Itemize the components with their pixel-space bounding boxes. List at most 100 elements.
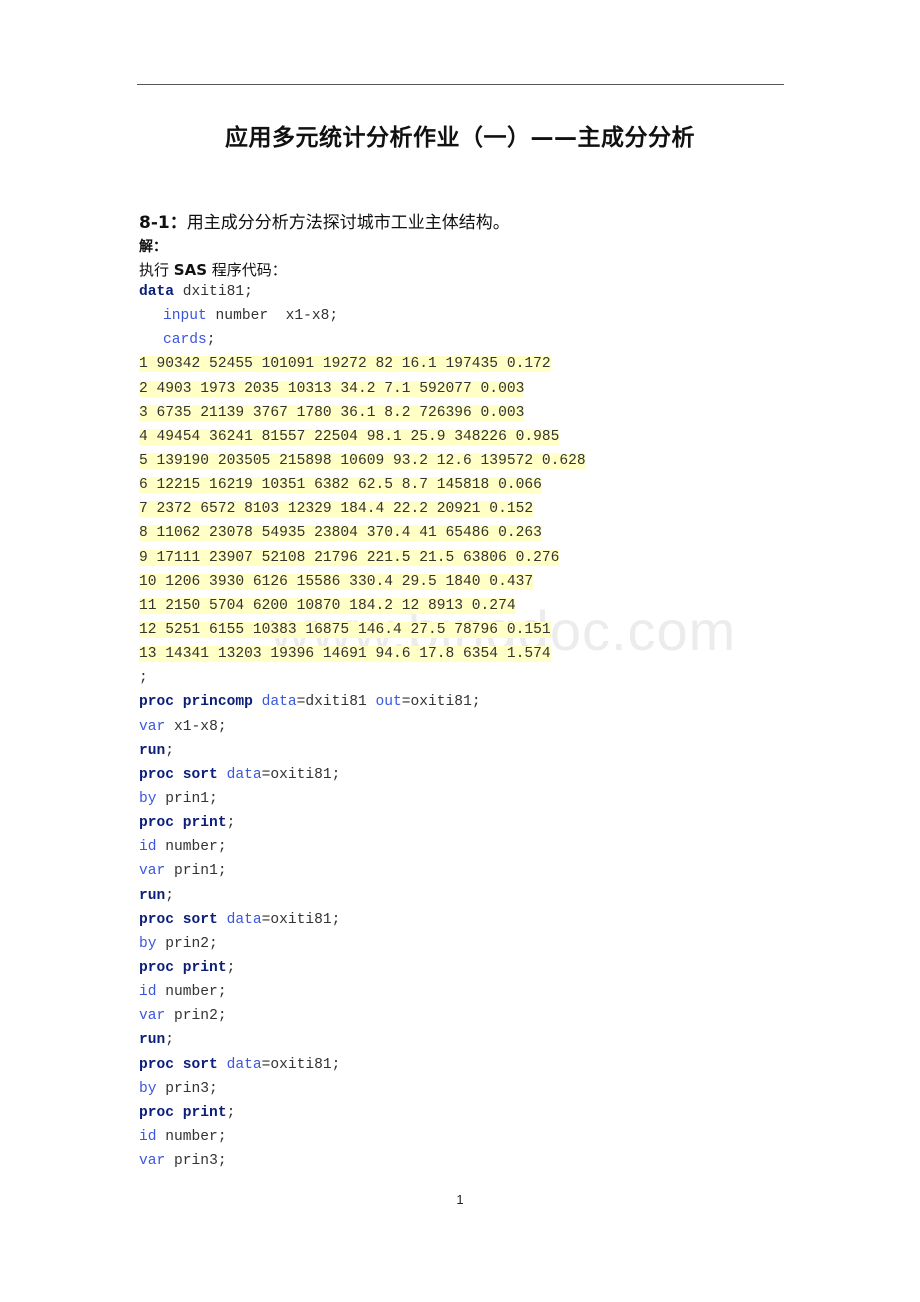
code-line-princomp: proc princomp data=dxiti81 out=oxiti81; (139, 690, 586, 714)
code-text: ; (226, 1104, 236, 1121)
code-keyword: run (139, 887, 166, 904)
data-row-text: 3 6735 21139 3767 1780 36.1 8.2 726396 0… (139, 404, 525, 421)
code-option: var (139, 863, 166, 880)
code-line-cards: cards; (139, 328, 586, 352)
code-line-input: input number x1-x8; (139, 304, 586, 328)
code-option: by (139, 1080, 157, 1097)
code-text: ; (206, 332, 216, 349)
data-row: 7 2372 6572 8103 12329 184.4 22.2 20921 … (139, 497, 586, 521)
data-row-text: 12 5251 6155 10383 16875 146.4 27.5 7879… (139, 621, 551, 638)
data-row-text: 4 49454 36241 81557 22504 98.1 25.9 3482… (139, 428, 560, 445)
code-line-proc-print: proc print; (139, 1101, 586, 1125)
code-line-var: var prin2; (139, 1004, 586, 1028)
code-keyword: proc sort (139, 766, 218, 783)
code-option: data (261, 694, 297, 711)
data-row: 13 14341 13203 19396 14691 94.6 17.8 635… (139, 642, 586, 666)
code-line-run: run; (139, 1028, 586, 1052)
data-row: 9 17111 23907 52108 21796 221.5 21.5 638… (139, 546, 586, 570)
code-line-run: run; (139, 884, 586, 908)
code-line-run: run; (139, 739, 586, 763)
code-text: x1-x8; (165, 718, 227, 735)
data-row: 5 139190 203505 215898 10609 93.2 12.6 1… (139, 449, 586, 473)
sort-print-blocks: proc sort data=oxiti81; by prin1; proc pri… (139, 763, 586, 1173)
code-keyword: proc sort (139, 911, 218, 928)
code-text: ; (226, 815, 236, 832)
data-row: 6 12215 16219 10351 6382 62.5 8.7 145818… (139, 473, 586, 497)
code-text: =dxiti81 (296, 694, 376, 711)
code-line-id: id number; (139, 835, 586, 859)
data-row: 12 5251 6155 10383 16875 146.4 27.5 7879… (139, 618, 586, 642)
code-line-proc-sort: proc sort data=oxiti81; (139, 1053, 586, 1077)
code-option: var (139, 718, 166, 735)
data-row-text: 11 2150 5704 6200 10870 184.2 12 8913 0.… (139, 597, 516, 614)
exec-prefix: 执行 (139, 261, 174, 279)
code-line-by: by prin3; (139, 1077, 586, 1101)
data-row-text: 13 14341 13203 19396 14691 94.6 17.8 635… (139, 646, 551, 663)
code-option: by (139, 790, 157, 807)
code-line-var: var prin3; (139, 1149, 586, 1173)
code-option: var (139, 1153, 166, 1170)
code-text: prin3; (165, 1153, 227, 1170)
exec-label: 执行 SAS 程序代码： (139, 259, 287, 280)
code-keyword: proc print (139, 815, 227, 832)
code-option: cards (163, 332, 207, 349)
code-option: var (139, 1008, 166, 1025)
exec-suffix: 程序代码： (207, 261, 287, 279)
code-text: =oxiti81; (261, 766, 341, 783)
code-keyword: proc sort (139, 1056, 218, 1073)
code-text: ; (165, 742, 175, 759)
document-title: 应用多元统计分析作业（一）——主成分分析 (225, 125, 695, 151)
code-text: prin2; (165, 1008, 227, 1025)
code-text: prin1; (165, 863, 227, 880)
data-row-text: 10 1206 3930 6126 15586 330.4 29.5 1840 … (139, 573, 534, 590)
code-keyword: run (139, 1032, 166, 1049)
code-line-proc-print: proc print; (139, 811, 586, 835)
code-text: =oxiti81; (261, 1056, 341, 1073)
code-text: number; (156, 1128, 227, 1145)
exec-sas: SAS (173, 261, 207, 279)
code-text: number; (156, 984, 227, 1001)
data-row: 8 11062 23078 54935 23804 370.4 41 65486… (139, 521, 586, 545)
code-option: by (139, 935, 157, 952)
solution-label: 解： (139, 239, 167, 255)
code-option: id (139, 1128, 157, 1145)
code-text: ; (165, 887, 175, 904)
question-text: 用主成分分析方法探讨城市工业主体结构。 (186, 213, 510, 233)
document-page: 应用多元统计分析作业（一）——主成分分析 8-1：用主成分分析方法探讨城市工业主… (0, 0, 920, 1302)
code-option: out (375, 694, 402, 711)
data-row: 3 6735 21139 3767 1780 36.1 8.2 726396 0… (139, 401, 586, 425)
code-line-terminator: ; (139, 670, 148, 687)
code-option: id (139, 839, 157, 856)
code-text: prin3; (156, 1080, 218, 1097)
question-heading: 8-1：用主成分分析方法探讨城市工业主体结构。 (139, 208, 510, 233)
page-number: 1 (456, 1192, 464, 1207)
data-row-text: 8 11062 23078 54935 23804 370.4 41 65486… (139, 525, 542, 542)
code-option: id (139, 984, 157, 1001)
code-option: data (226, 911, 262, 928)
data-row-text: 5 139190 203505 215898 10609 93.2 12.6 1… (139, 452, 586, 469)
code-text: number; (156, 839, 227, 856)
data-rows: 1 90342 52455 101091 19272 82 16.1 19743… (139, 352, 586, 666)
data-row: 1 90342 52455 101091 19272 82 16.1 19743… (139, 352, 586, 376)
header-rule (137, 84, 784, 85)
code-option: data (226, 1056, 262, 1073)
code-line-proc-sort: proc sort data=oxiti81; (139, 908, 586, 932)
data-row-text: 6 12215 16219 10351 6382 62.5 8.7 145818… (139, 477, 542, 494)
code-keyword: run (139, 742, 166, 759)
code-keyword: proc print (139, 959, 227, 976)
data-row-text: 7 2372 6572 8103 12329 184.4 22.2 20921 … (139, 501, 534, 518)
code-option: input (163, 308, 207, 325)
code-line-by: by prin1; (139, 787, 586, 811)
code-line-by: by prin2; (139, 932, 586, 956)
code-line-data: data dxiti81; (139, 280, 586, 304)
code-keyword: proc princomp (139, 694, 253, 711)
code-text: prin1; (156, 790, 218, 807)
data-row: 2 4903 1973 2035 10313 34.2 7.1 592077 0… (139, 377, 586, 401)
code-text: dxiti81; (174, 284, 253, 300)
code-line-var: var x1-x8; (139, 715, 586, 739)
data-row-text: 9 17111 23907 52108 21796 221.5 21.5 638… (139, 549, 560, 566)
code-line-proc-sort: proc sort data=oxiti81; (139, 763, 586, 787)
